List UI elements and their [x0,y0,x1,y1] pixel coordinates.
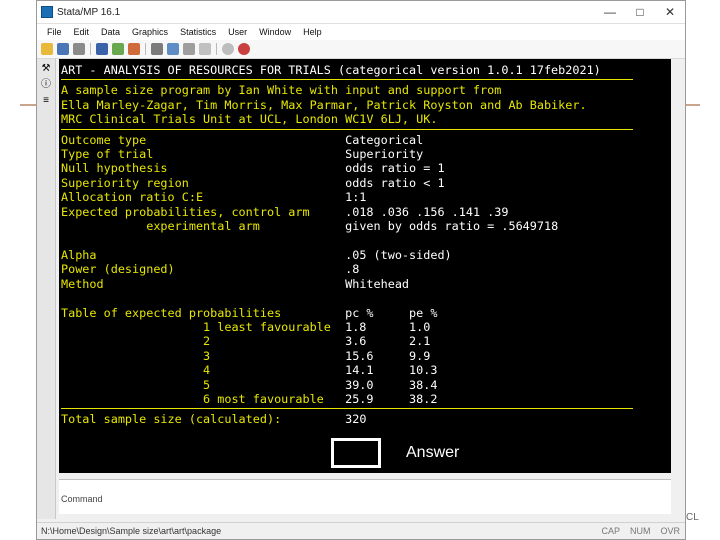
menu-graphics[interactable]: Graphics [126,27,174,37]
minimize-button[interactable]: — [595,5,625,19]
results-scrollbar[interactable] [671,59,683,473]
stata-app-icon [41,6,53,18]
menu-file[interactable]: File [41,27,68,37]
table-row-key: 6 most favourable [61,391,346,406]
table-row-pc: 14.1 [345,363,410,378]
table-row-key: 5 [61,377,346,392]
log-icon[interactable] [96,43,108,55]
menu-bar: File Edit Data Graphics Statistics User … [37,24,685,40]
table-row-pe: 9.9 [409,348,431,363]
save-icon[interactable] [57,43,69,55]
print-icon[interactable] [73,43,85,55]
menu-user[interactable]: User [222,27,253,37]
method-label: Method [61,276,104,291]
credit-line-1: A sample size program by Ian White with … [61,83,502,98]
menu-statistics[interactable]: Statistics [174,27,222,37]
toolbar [37,40,685,59]
graph-icon[interactable] [128,43,140,55]
viewer-icon[interactable] [112,43,124,55]
pc-header: pc % [345,305,374,320]
status-bar: N:\Home\Design\Sample size\art\art\packa… [37,522,685,539]
num-indicator: NUM [629,526,651,536]
trial-type-value: Superiority [345,147,424,162]
caps-indicator: CAP [601,526,620,536]
close-button[interactable]: ✕ [655,5,685,19]
total-sample-label: Total sample size (calculated): [61,412,282,427]
table-row-key: 4 [61,363,346,378]
answer-label: Answer [406,444,460,461]
left-panel-strip: ⚒ ⓘ ≡ [37,59,56,519]
table-row-pc: 25.9 [345,391,410,406]
wrench-icon[interactable]: ⚒ [40,63,52,75]
table-row-pc: 1.8 [345,319,410,334]
table-row-pc: 15.6 [345,348,410,363]
table-row-pc: 3.6 [345,334,410,349]
answer-highlight-box [331,438,381,468]
variables-manager-icon[interactable] [199,43,211,55]
output-rule [61,128,633,130]
results-output: ART - ANALYSIS OF RESOURCES FOR TRIALS (… [59,59,671,427]
output-rule [61,408,633,410]
outcome-type-value: Categorical [345,132,424,147]
table-row-pe: 38.4 [409,377,438,392]
menu-window[interactable]: Window [253,27,297,37]
superiority-region-value: odds ratio < 1 [345,175,445,190]
table-row-pe: 10.3 [409,363,438,378]
table-row-pe: 2.1 [409,334,431,349]
toolbar-separator [145,43,146,55]
command-label: Command [61,494,103,504]
trial-type-label: Type of trial [61,147,154,162]
info-icon[interactable]: ⓘ [40,79,52,91]
results-window: ART - ANALYSIS OF RESOURCES FOR TRIALS (… [59,59,671,473]
null-hypothesis-label: Null hypothesis [61,161,168,176]
break-icon[interactable] [238,43,250,55]
menu-edit[interactable]: Edit [68,27,96,37]
allocation-ratio-label: Allocation ratio C:E [61,190,204,205]
credit-line-2: Ella Marley-Zagar, Tim Morris, Max Parma… [61,97,587,112]
data-browser-icon[interactable] [183,43,195,55]
table-row-key: 3 [61,348,346,363]
control-probs-value: .018 .036 .156 .141 .39 [345,204,509,219]
open-folder-icon[interactable] [41,43,53,55]
alpha-value: .05 (two-sided) [345,247,452,262]
working-directory: N:\Home\Design\Sample size\art\art\packa… [41,526,222,536]
toolbar-separator [216,43,217,55]
window-title: Stata/MP 16.1 [57,6,121,18]
data-editor-icon[interactable] [167,43,179,55]
power-value: .8 [345,262,360,277]
table-row-pe: 38.2 [409,391,438,406]
ovr-indicator: OVR [660,526,680,536]
table-row-key: 2 [61,334,346,349]
superiority-region-label: Superiority region [61,175,189,190]
pe-header: pe % [409,305,438,320]
null-hypothesis-value: odds ratio = 1 [345,161,445,176]
menu-help[interactable]: Help [297,27,328,37]
outcome-type-label: Outcome type [61,132,147,147]
control-probs-label: Expected probabilities, control arm [61,204,310,219]
experimental-probs-label: experimental arm [61,219,260,234]
art-title: ART - ANALYSIS OF RESOURCES FOR TRIALS (… [61,63,601,77]
title-bar: Stata/MP 16.1 — □ ✕ [37,1,685,24]
maximize-button[interactable]: □ [625,5,655,19]
total-sample-value: 320 [345,412,367,427]
do-file-editor-icon[interactable] [151,43,163,55]
method-value: Whitehead [345,276,410,291]
table-row-pc: 39.0 [345,377,410,392]
table-row-pe: 1.0 [409,319,431,334]
ucl-footer: CL [686,512,699,523]
allocation-ratio-value: 1:1 [345,190,367,205]
table-row-key: 1 least favourable [61,319,346,334]
menu-data[interactable]: Data [95,27,126,37]
power-label: Power (designed) [61,262,175,277]
experimental-probs-value: given by odds ratio = .5649718 [345,219,559,234]
credit-line-3: MRC Clinical Trials Unit at UCL, London … [61,112,438,127]
output-rule [61,79,633,81]
prob-table-label: Table of expected probabilities [61,305,282,320]
more-icon[interactable] [222,43,234,55]
alpha-label: Alpha [61,247,97,262]
filter-icon[interactable]: ≡ [40,95,52,107]
command-window[interactable]: Command [59,479,671,514]
toolbar-separator [90,43,91,55]
